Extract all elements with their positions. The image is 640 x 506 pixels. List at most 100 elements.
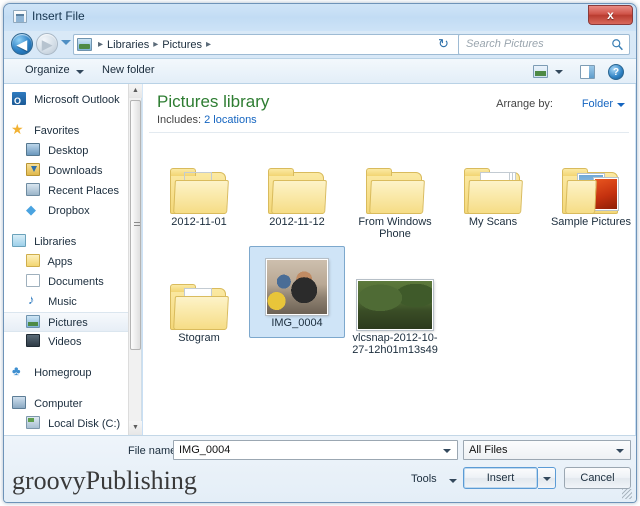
preview-pane-icon[interactable] bbox=[580, 65, 595, 79]
file-tile-label: 2012-11-12 bbox=[269, 216, 325, 228]
sidebar-item-recent-places[interactable]: Recent Places bbox=[4, 181, 141, 201]
dropbox-icon bbox=[26, 200, 40, 220]
sidebar-item-label: Desktop bbox=[48, 145, 89, 157]
breadcrumb-separator-2: ▸ bbox=[206, 39, 212, 50]
tools-chevron-down-icon[interactable] bbox=[449, 479, 457, 483]
help-icon[interactable]: ? bbox=[608, 64, 624, 80]
arrange-by-label: Arrange by: bbox=[496, 98, 553, 110]
file-name-label: File name: bbox=[128, 445, 180, 457]
tools-button[interactable]: Tools bbox=[411, 473, 437, 485]
includes-locations-link[interactable]: 2 locations bbox=[204, 114, 257, 126]
sidebar-item-label: Homegroup bbox=[34, 367, 92, 379]
scroll-down-arrow-icon[interactable]: ▼ bbox=[129, 421, 142, 435]
file-list-pane: Pictures library Includes: 2 locations A… bbox=[143, 84, 635, 435]
sidebar-item-label: Music bbox=[48, 296, 77, 308]
view-chevron-down-icon[interactable] bbox=[555, 70, 563, 74]
thumbnail bbox=[151, 138, 247, 214]
search-placeholder: Search Pictures bbox=[466, 38, 544, 50]
organize-button[interactable]: Organize bbox=[25, 64, 70, 76]
sidebar-item-dropbox[interactable]: Dropbox bbox=[4, 200, 141, 221]
file-tile-folder[interactable]: 2012-11-12 bbox=[249, 138, 345, 228]
scrollbar-thumb[interactable] bbox=[130, 100, 141, 350]
navigation-pane: Microsoft Outlook Favorites Desktop Down… bbox=[4, 84, 142, 435]
file-tile-folder[interactable]: 2012-11-01 bbox=[151, 138, 247, 228]
sidebar-item-favorites[interactable]: Favorites bbox=[4, 119, 141, 141]
organize-chevron-down-icon[interactable] bbox=[76, 70, 84, 74]
desktop-icon bbox=[26, 143, 40, 156]
toolbar: Organize New folder ? bbox=[4, 58, 636, 84]
title-bar: Insert File x bbox=[4, 4, 636, 31]
recent-places-icon bbox=[26, 183, 40, 196]
sidebar-item-downloads[interactable]: Downloads bbox=[4, 161, 141, 181]
image-thumbnail bbox=[266, 259, 328, 315]
sidebar-item-music[interactable]: Music bbox=[4, 290, 141, 312]
resize-grip-icon[interactable] bbox=[622, 489, 632, 499]
file-type-select[interactable]: All Files bbox=[463, 440, 631, 460]
search-input[interactable]: Search Pictures bbox=[458, 34, 630, 55]
download-icon bbox=[26, 163, 40, 176]
breadcrumb-item-libraries[interactable]: Libraries bbox=[107, 39, 149, 51]
file-name-chevron-down-icon[interactable] bbox=[443, 449, 451, 453]
window-icon bbox=[13, 10, 27, 23]
document-icon bbox=[26, 274, 40, 287]
sidebar-item-label: Documents bbox=[48, 276, 104, 288]
close-button[interactable]: x bbox=[588, 5, 633, 25]
file-tile-folder[interactable]: Sample Pictures bbox=[543, 138, 635, 228]
change-view-icon[interactable] bbox=[533, 65, 548, 78]
back-button[interactable]: ◀ bbox=[11, 33, 33, 55]
file-tile-folder[interactable]: My Scans bbox=[445, 138, 541, 228]
file-name-input[interactable]: IMG_0004 bbox=[173, 440, 458, 460]
library-icon bbox=[12, 234, 26, 247]
sidebar-item-homegroup[interactable]: Homegroup bbox=[4, 361, 141, 383]
sidebar-item-pictures[interactable]: Pictures bbox=[4, 312, 141, 332]
sidebar-item-computer[interactable]: Computer bbox=[4, 394, 141, 414]
file-tile-label: IMG_0004 bbox=[271, 317, 323, 329]
recent-pages-chevron-down-icon[interactable] bbox=[61, 40, 71, 45]
file-tile-folder[interactable]: Stogram bbox=[151, 254, 247, 344]
cancel-button[interactable]: Cancel bbox=[564, 467, 631, 489]
folder-icon bbox=[268, 166, 327, 214]
new-folder-button[interactable]: New folder bbox=[102, 64, 155, 76]
sidebar-item-microsoft-outlook[interactable]: Microsoft Outlook bbox=[4, 90, 141, 111]
pictures-icon bbox=[26, 315, 40, 328]
sidebar-item-label: Favorites bbox=[34, 125, 80, 137]
thumbnail bbox=[151, 254, 247, 330]
forward-button[interactable]: ▶ bbox=[36, 33, 58, 55]
sidebar-item-desktop[interactable]: Desktop bbox=[4, 141, 141, 161]
file-tile-label: Sample Pictures bbox=[550, 216, 632, 228]
sidebar-item-local-disk-c[interactable]: Local Disk (C:) bbox=[4, 414, 141, 434]
sidebar-item-videos[interactable]: Videos bbox=[4, 332, 141, 352]
folder-icon bbox=[366, 166, 425, 214]
sidebar-item-documents[interactable]: Documents bbox=[4, 272, 141, 292]
music-icon bbox=[26, 290, 40, 310]
refresh-icon[interactable]: ↻ bbox=[433, 34, 454, 55]
sidebar-item-libraries[interactable]: Libraries bbox=[4, 232, 141, 252]
file-tile-folder[interactable]: From Windows Phone bbox=[347, 138, 443, 240]
thumbnail bbox=[347, 254, 443, 330]
scrollbar-grip-icon bbox=[134, 222, 140, 228]
thumbnail bbox=[543, 138, 635, 214]
watermark: groovyPublishing bbox=[12, 466, 197, 495]
arrange-by-value[interactable]: Folder bbox=[582, 98, 613, 110]
folder-icon bbox=[170, 166, 229, 214]
back-arrow-icon: ◀ bbox=[17, 37, 27, 52]
insert-file-dialog: Insert File x ◀ ▶ ▸ Libraries ▸ Pictures… bbox=[3, 3, 637, 503]
video-icon bbox=[26, 334, 40, 347]
file-tile-image[interactable]: vlcsnap-2012-10-27-12h01m13s49 bbox=[347, 254, 443, 356]
disk-icon bbox=[26, 416, 40, 429]
breadcrumb-separator-0: ▸ bbox=[98, 39, 104, 50]
sidebar-item-label: Microsoft Outlook bbox=[34, 94, 120, 106]
sidebar-item-apps[interactable]: Apps bbox=[4, 252, 141, 272]
file-tile-selected[interactable]: IMG_0004 bbox=[249, 246, 345, 338]
arrange-by-chevron-down-icon[interactable] bbox=[617, 103, 625, 107]
breadcrumb-item-pictures[interactable]: Pictures bbox=[162, 39, 202, 51]
insert-button[interactable]: Insert bbox=[463, 467, 538, 489]
file-type-value: All Files bbox=[469, 444, 508, 456]
file-tile-label: From Windows Phone bbox=[358, 216, 432, 240]
scroll-up-arrow-icon[interactable]: ▲ bbox=[129, 84, 142, 98]
insert-dropdown-button[interactable] bbox=[538, 467, 556, 489]
navigation-scrollbar[interactable]: ▲ ▼ bbox=[128, 84, 142, 435]
sidebar-item-label: Recent Places bbox=[48, 185, 119, 197]
